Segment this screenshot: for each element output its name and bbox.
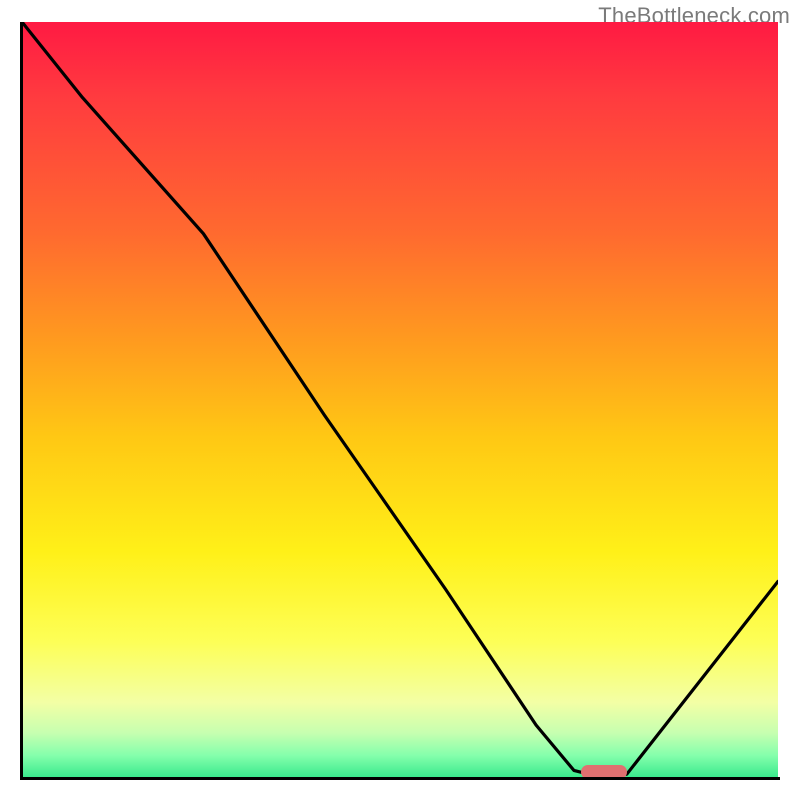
- bottleneck-chart: TheBottleneck.com: [0, 0, 800, 800]
- curve-layer: [22, 22, 778, 778]
- plot-area: [22, 22, 778, 778]
- y-axis: [20, 22, 23, 780]
- x-axis: [20, 777, 780, 780]
- bottleneck-curve: [22, 22, 778, 778]
